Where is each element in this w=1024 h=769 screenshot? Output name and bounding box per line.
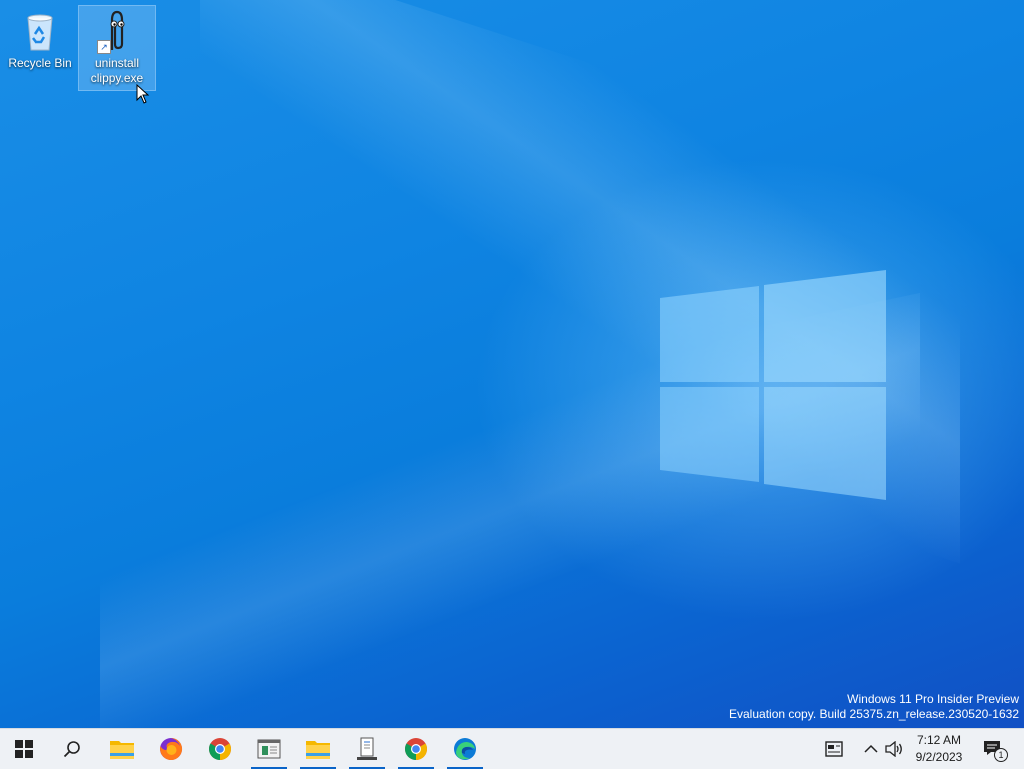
mouse-cursor-icon: [136, 84, 150, 104]
desktop-icon-recycle-bin[interactable]: Recycle Bin: [2, 6, 78, 90]
windows-start-icon: [15, 740, 33, 758]
desktop[interactable]: Recycle Bin ↗ uninstall clippy.exe Windo…: [0, 0, 1024, 728]
desktop-icon-label: clippy.exe: [90, 71, 144, 85]
news-widget-icon: [825, 741, 843, 757]
file-explorer-icon: [306, 741, 330, 759]
taskbar-file-explorer[interactable]: [100, 729, 144, 769]
desktop-icon-label: uninstall: [94, 56, 140, 70]
clock[interactable]: 7:12 AM 9/2/2023: [904, 732, 974, 766]
search-icon: [63, 741, 80, 758]
desktop-icon-label: Recycle Bin: [8, 56, 72, 70]
taskbar-document-app[interactable]: [345, 729, 389, 769]
clock-time: 7:12 AM: [916, 733, 962, 747]
start-button[interactable]: [2, 729, 46, 769]
taskbar-chrome[interactable]: [198, 729, 242, 769]
taskbar-edge[interactable]: [443, 729, 487, 769]
desktop-icon-uninstall-clippy[interactable]: ↗ uninstall clippy.exe: [78, 5, 156, 91]
firefox-icon: [160, 737, 183, 760]
notification-count-badge: 1: [994, 748, 1008, 762]
chrome-icon: [405, 738, 427, 760]
chevron-up-icon: [864, 744, 878, 753]
search-button[interactable]: [50, 729, 94, 769]
recycle-bin-icon: [18, 10, 62, 54]
taskbar-chrome-running[interactable]: [394, 729, 438, 769]
shortcut-arrow-icon: ↗: [97, 40, 111, 54]
document-app-icon: [357, 737, 377, 760]
taskbar-file-explorer-running[interactable]: [296, 729, 340, 769]
taskbar-app-window[interactable]: [247, 729, 291, 769]
clock-date: 9/2/2023: [915, 750, 963, 764]
show-hidden-icons-button[interactable]: [860, 729, 882, 769]
taskbar: 7:12 AM 9/2/2023 1: [0, 728, 1024, 769]
file-explorer-icon: [110, 741, 134, 759]
app-window-icon: [257, 739, 281, 759]
news-widget-button[interactable]: [820, 729, 848, 769]
evaluation-watermark: Windows 11 Pro Insider Preview Evaluatio…: [729, 692, 1019, 722]
windows-logo-wallpaper: [660, 270, 886, 500]
taskbar-firefox[interactable]: [149, 729, 193, 769]
notification-center-button[interactable]: 1: [978, 729, 1008, 769]
chrome-icon: [209, 738, 231, 760]
watermark-line: Evaluation copy. Build 25375.zn_release.…: [729, 707, 1019, 721]
volume-button[interactable]: [883, 729, 905, 769]
watermark-line: Windows 11 Pro Insider Preview: [847, 692, 1019, 706]
edge-icon: [454, 738, 476, 760]
volume-icon: [885, 741, 902, 757]
paperclip-icon: ↗: [95, 10, 139, 54]
